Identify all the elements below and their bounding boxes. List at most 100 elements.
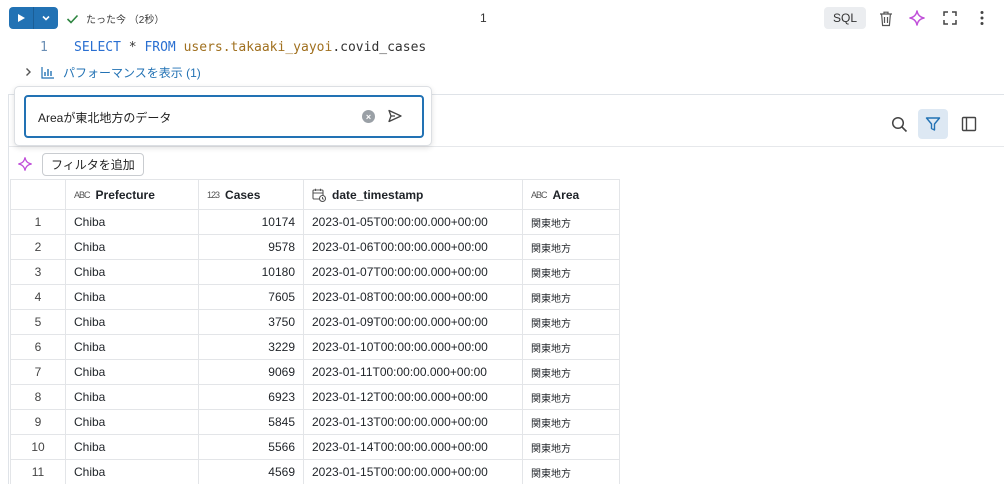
- cases-cell[interactable]: 9069: [198, 359, 304, 385]
- cases-cell[interactable]: 4569: [198, 459, 304, 484]
- more-button[interactable]: [972, 8, 992, 28]
- column-header-prefecture[interactable]: ABC Prefecture: [65, 179, 199, 210]
- cases-cell[interactable]: 3229: [198, 334, 304, 360]
- prefecture-cell[interactable]: Chiba: [65, 434, 199, 460]
- performance-label: パフォーマンスを表示 (1): [63, 65, 201, 80]
- side-panel-button[interactable]: [954, 109, 984, 139]
- prefecture-cell[interactable]: Chiba: [65, 259, 199, 285]
- line-number: 1: [40, 40, 48, 55]
- more-vertical-icon: [980, 11, 984, 25]
- sql-keyword-from: FROM: [144, 40, 176, 55]
- table-row: 8 Chiba 6923 2023-01-12T00:00:00.000+00:00 関…: [10, 384, 620, 410]
- fullscreen-button[interactable]: [940, 8, 960, 28]
- cases-cell[interactable]: 10180: [198, 259, 304, 285]
- row-index-cell[interactable]: 1: [10, 209, 66, 235]
- language-badge[interactable]: SQL: [824, 7, 866, 29]
- date-timestamp-cell[interactable]: 2023-01-13T00:00:00.000+00:00: [303, 409, 523, 435]
- area-cell[interactable]: 関東地方: [522, 284, 620, 310]
- row-index-cell[interactable]: 10: [10, 434, 66, 460]
- delete-button[interactable]: [876, 8, 896, 28]
- area-cell[interactable]: 関東地方: [522, 209, 620, 235]
- cases-cell[interactable]: 9578: [198, 234, 304, 260]
- date-timestamp-cell[interactable]: 2023-01-05T00:00:00.000+00:00: [303, 209, 523, 235]
- code-editor[interactable]: 1 SELECT * FROM users.takaaki_yayoi.covi…: [0, 38, 1004, 58]
- result-table: ABC Prefecture 123 Cases date_timestamp AB…: [10, 179, 620, 484]
- prefecture-cell[interactable]: Chiba: [65, 459, 199, 484]
- add-filter-button[interactable]: フィルタを追加: [42, 153, 144, 176]
- area-cell[interactable]: 関東地方: [522, 259, 620, 285]
- cases-cell[interactable]: 5845: [198, 409, 304, 435]
- prefecture-cell[interactable]: Chiba: [65, 209, 199, 235]
- ai-filter-text: Areaが東北地方のデータ: [38, 111, 172, 125]
- prefecture-cell[interactable]: Chiba: [65, 384, 199, 410]
- row-index-cell[interactable]: 11: [10, 459, 66, 484]
- table-row: 5 Chiba 3750 2023-01-09T00:00:00.000+00:00 関…: [10, 309, 620, 335]
- row-index-cell[interactable]: 2: [10, 234, 66, 260]
- date-timestamp-cell[interactable]: 2023-01-09T00:00:00.000+00:00: [303, 309, 523, 335]
- row-index-cell[interactable]: 3: [10, 259, 66, 285]
- cases-cell[interactable]: 7605: [198, 284, 304, 310]
- area-cell[interactable]: 関東地方: [522, 409, 620, 435]
- row-index-cell[interactable]: 6: [10, 334, 66, 360]
- area-cell[interactable]: 関東地方: [522, 459, 620, 484]
- cases-cell[interactable]: 10174: [198, 209, 304, 235]
- table-row: 2 Chiba 9578 2023-01-06T00:00:00.000+00:00 関…: [10, 234, 620, 260]
- row-index-cell[interactable]: 9: [10, 409, 66, 435]
- ai-filter-input[interactable]: Areaが東北地方のデータ ×: [24, 95, 424, 138]
- date-timestamp-cell[interactable]: 2023-01-08T00:00:00.000+00:00: [303, 284, 523, 310]
- run-button-group: [9, 7, 58, 29]
- run-icon: [18, 14, 25, 22]
- row-index-cell[interactable]: 8: [10, 384, 66, 410]
- clear-icon[interactable]: ×: [362, 110, 375, 123]
- assistant-button[interactable]: [907, 8, 927, 28]
- area-cell[interactable]: 関東地方: [522, 234, 620, 260]
- send-icon[interactable]: [387, 108, 403, 124]
- area-cell[interactable]: 関東地方: [522, 359, 620, 385]
- date-timestamp-cell[interactable]: 2023-01-07T00:00:00.000+00:00: [303, 259, 523, 285]
- check-icon: [66, 14, 79, 24]
- row-index-cell[interactable]: 5: [10, 309, 66, 335]
- filter-button[interactable]: [918, 109, 948, 139]
- date-timestamp-cell[interactable]: 2023-01-10T00:00:00.000+00:00: [303, 334, 523, 360]
- code-line[interactable]: SELECT * FROM users.takaaki_yayoi.covid_…: [74, 40, 426, 55]
- prefecture-cell[interactable]: Chiba: [65, 334, 199, 360]
- search-button[interactable]: [884, 109, 914, 139]
- date-timestamp-cell[interactable]: 2023-01-06T00:00:00.000+00:00: [303, 234, 523, 260]
- sparkle-icon: [909, 10, 925, 26]
- performance-toggle[interactable]: パフォーマンスを表示 (1): [24, 63, 201, 81]
- sparkle-icon[interactable]: [17, 156, 33, 172]
- table-row: 11 Chiba 4569 2023-01-15T00:00:00.000+00:00…: [10, 459, 620, 484]
- date-timestamp-cell[interactable]: 2023-01-14T00:00:00.000+00:00: [303, 434, 523, 460]
- bar-chart-icon: [41, 66, 54, 79]
- filter-row: フィルタを追加: [9, 147, 1004, 180]
- area-cell[interactable]: 関東地方: [522, 309, 620, 335]
- date-timestamp-cell[interactable]: 2023-01-11T00:00:00.000+00:00: [303, 359, 523, 385]
- side-panel-icon: [961, 116, 977, 132]
- row-index-cell[interactable]: 7: [10, 359, 66, 385]
- prefecture-cell[interactable]: Chiba: [65, 234, 199, 260]
- prefecture-cell[interactable]: Chiba: [65, 409, 199, 435]
- date-timestamp-cell[interactable]: 2023-01-15T00:00:00.000+00:00: [303, 459, 523, 484]
- column-header-date-timestamp[interactable]: date_timestamp: [303, 179, 523, 210]
- cases-cell[interactable]: 3750: [198, 309, 304, 335]
- cases-cell[interactable]: 5566: [198, 434, 304, 460]
- prefecture-cell[interactable]: Chiba: [65, 359, 199, 385]
- column-header-area[interactable]: ABC Area: [522, 179, 620, 210]
- row-index-cell[interactable]: 4: [10, 284, 66, 310]
- area-cell[interactable]: 関東地方: [522, 334, 620, 360]
- calendar-clock-icon: [312, 188, 326, 202]
- sql-table-path: users.takaaki_yayoi: [183, 40, 333, 55]
- notebook-cell: たった今 （2秒） 1 SQL 1 SELECT * FROM users.ta…: [0, 0, 1004, 484]
- date-timestamp-cell[interactable]: 2023-01-12T00:00:00.000+00:00: [303, 384, 523, 410]
- run-button[interactable]: [9, 7, 33, 29]
- index-header: [10, 179, 66, 210]
- run-options-button[interactable]: [34, 7, 58, 29]
- prefecture-cell[interactable]: Chiba: [65, 284, 199, 310]
- cases-cell[interactable]: 6923: [198, 384, 304, 410]
- area-cell[interactable]: 関東地方: [522, 434, 620, 460]
- prefecture-cell[interactable]: Chiba: [65, 309, 199, 335]
- run-status: たった今 （2秒）: [66, 11, 164, 26]
- area-cell[interactable]: 関東地方: [522, 384, 620, 410]
- column-header-cases[interactable]: 123 Cases: [198, 179, 304, 210]
- table-row: 4 Chiba 7605 2023-01-08T00:00:00.000+00:00 関…: [10, 284, 620, 310]
